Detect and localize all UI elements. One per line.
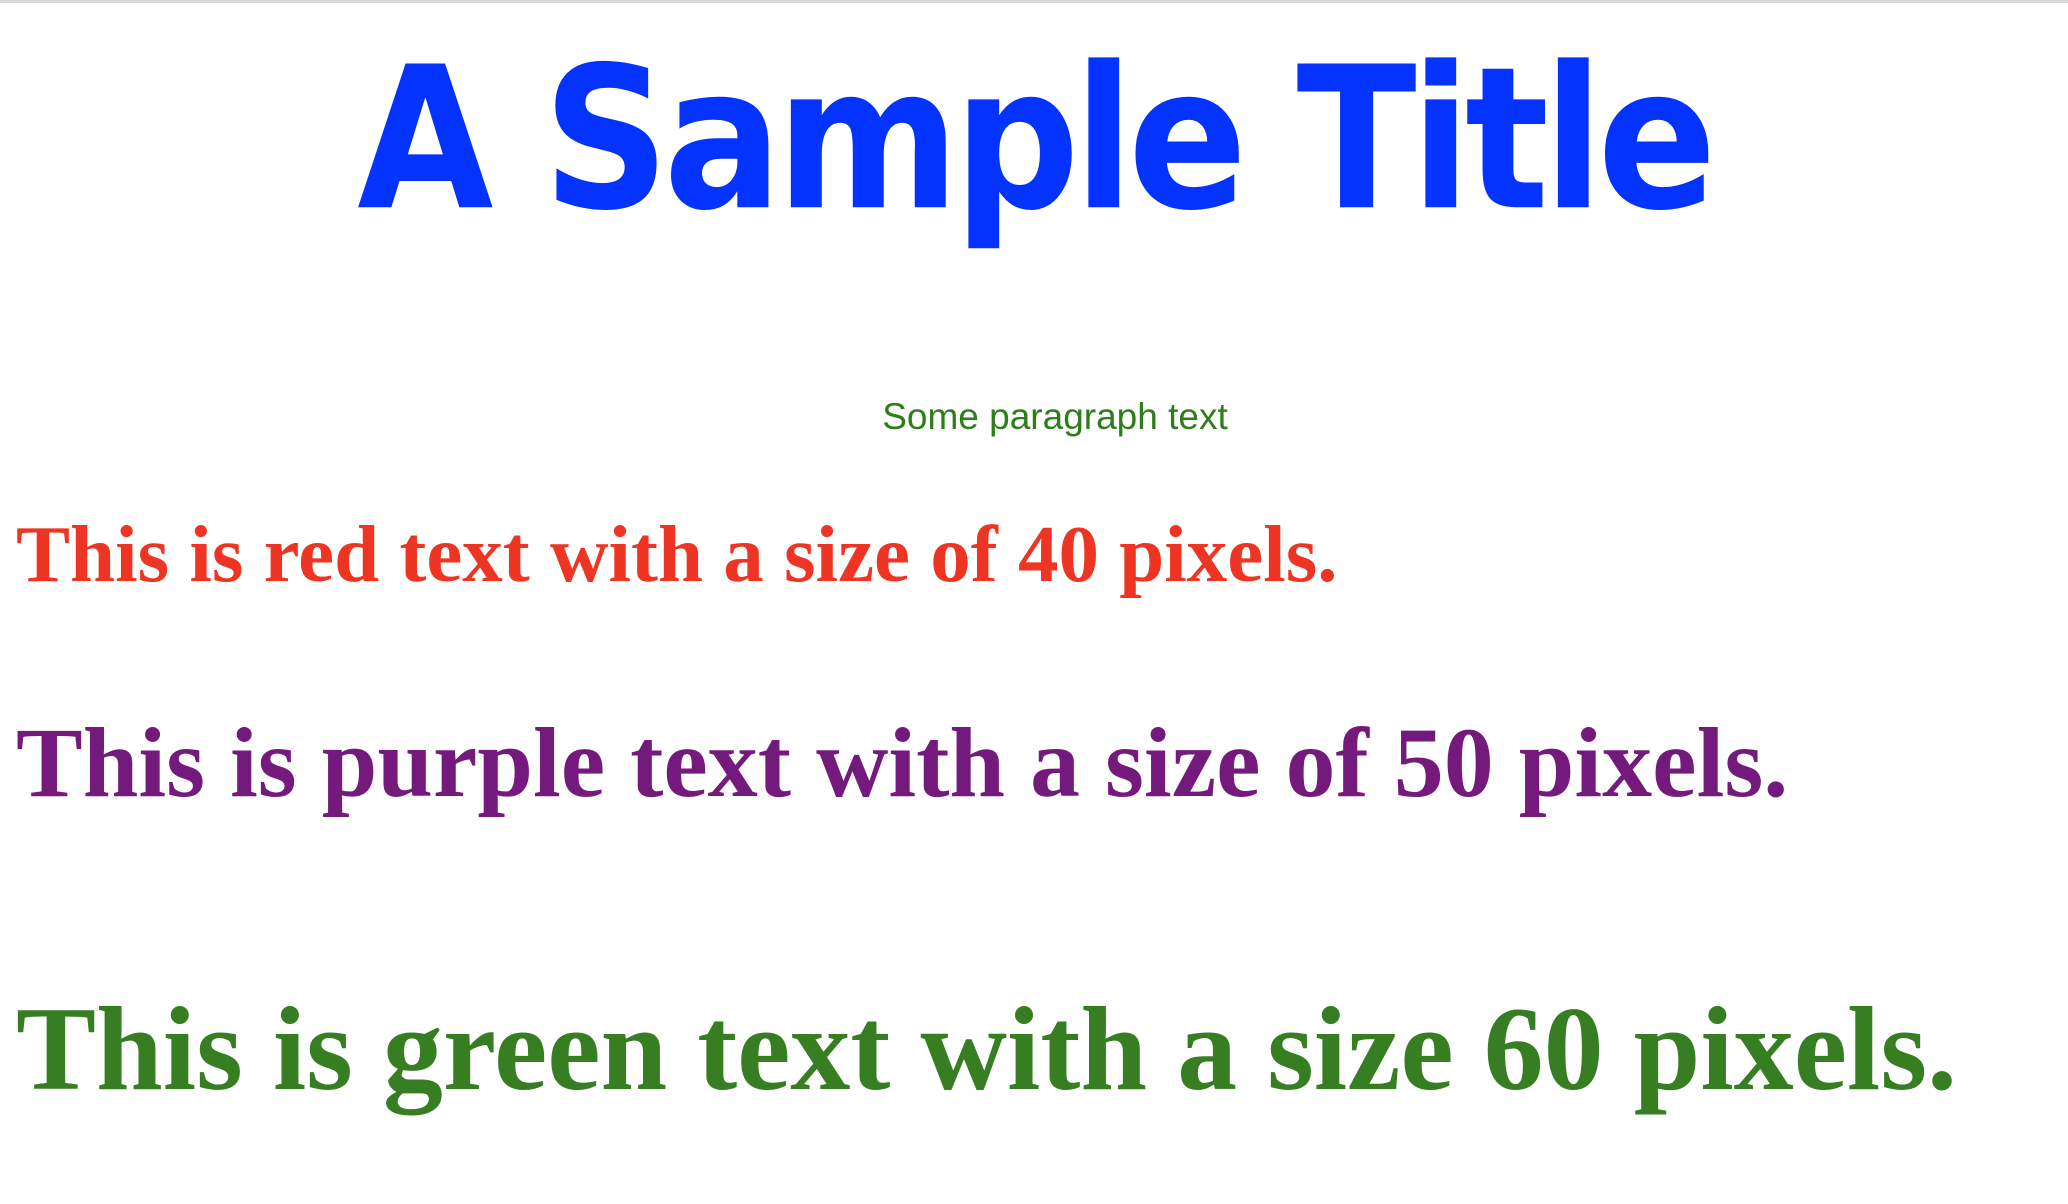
- purple-text-line: This is purple text with a size of 50 pi…: [16, 707, 1789, 818]
- red-text-line: This is red text with a size of 40 pixel…: [16, 509, 1338, 599]
- page-title: A Sample Title: [357, 24, 1717, 255]
- green-text-line: This is green text with a size 60 pixels…: [16, 982, 1958, 1115]
- top-border: [0, 0, 2068, 3]
- paragraph-text: Some paragraph text: [882, 396, 1228, 437]
